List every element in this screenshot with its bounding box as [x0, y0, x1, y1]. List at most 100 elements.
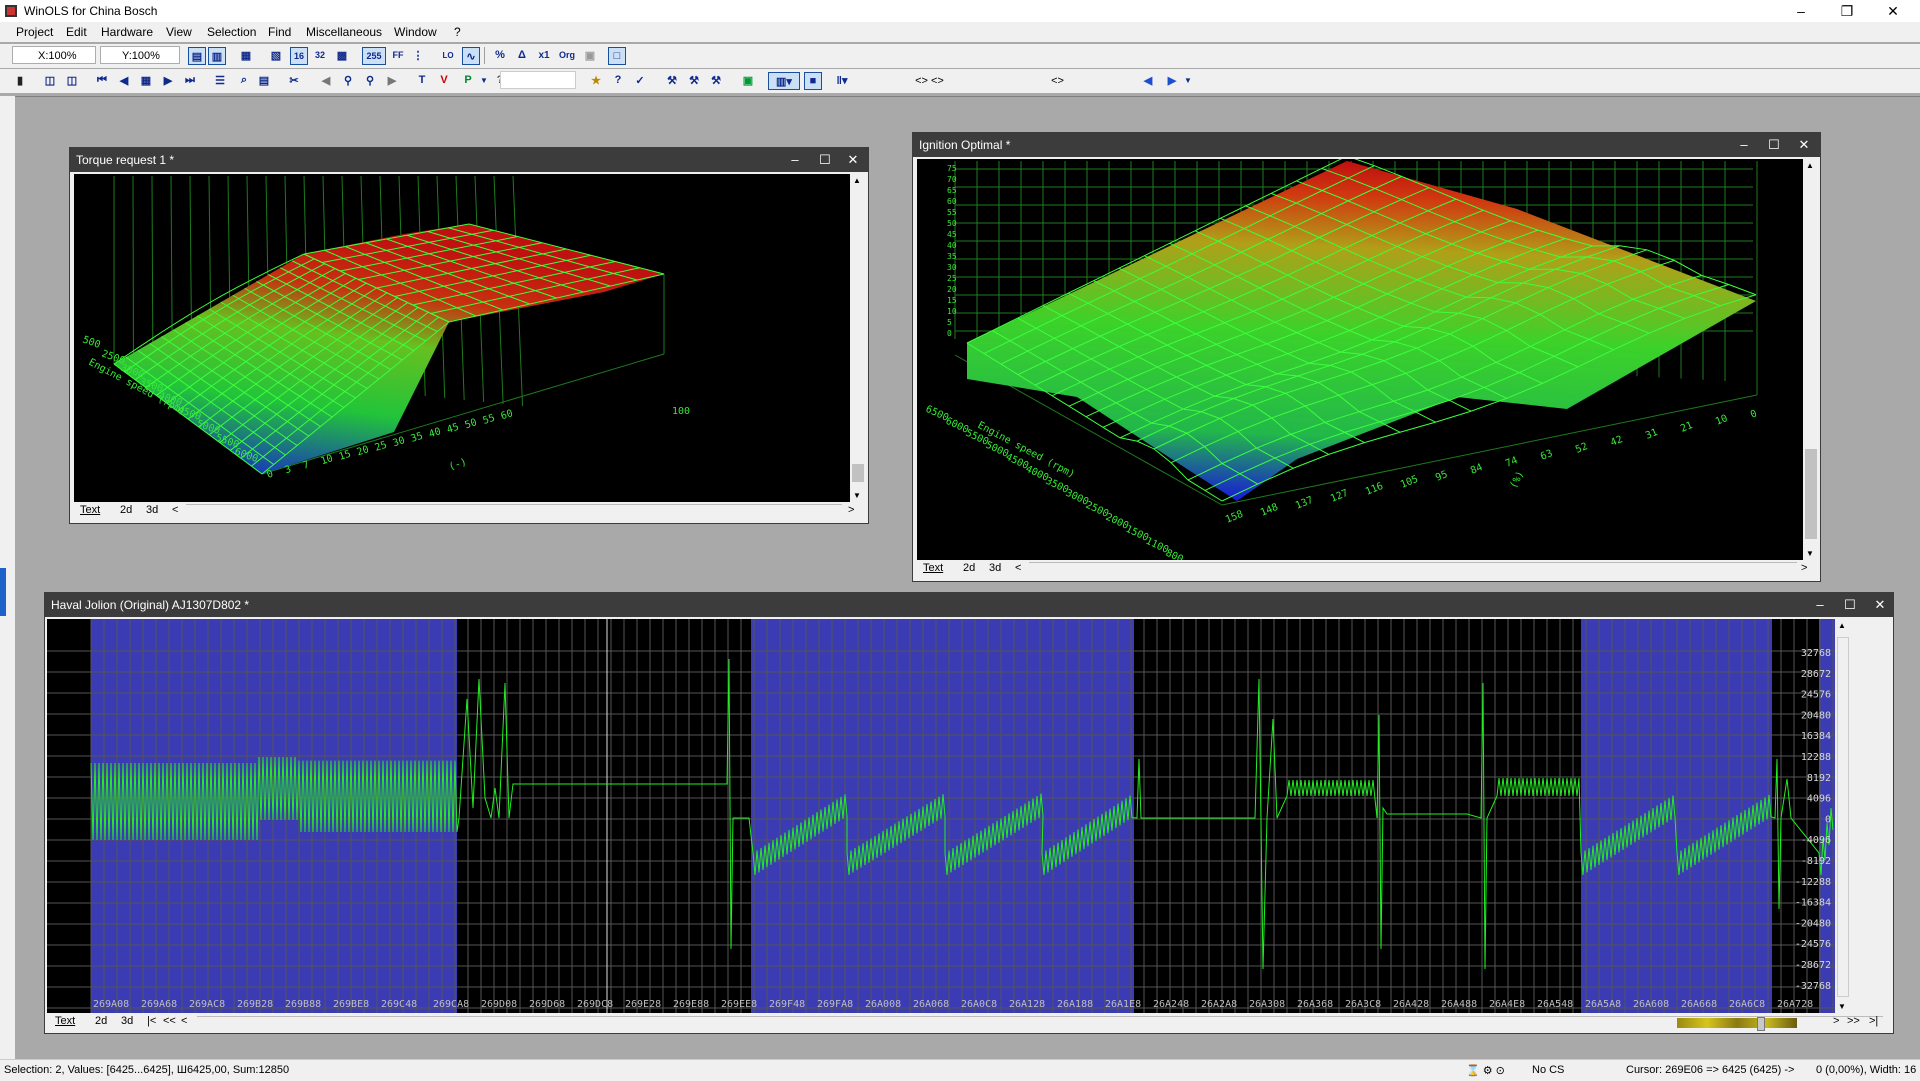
first-map-icon[interactable]: ⏮: [94, 72, 110, 88]
close-icon[interactable]: ✕: [1793, 135, 1815, 155]
bytes-8-icon[interactable]: ▧: [268, 47, 284, 63]
scroll-left-icon[interactable]: <: [1015, 562, 1021, 574]
nav-next-page-button[interactable]: >>: [1847, 1015, 1860, 1027]
restore-button[interactable]: ❐: [1824, 0, 1870, 22]
search-field[interactable]: [500, 71, 576, 89]
original-button[interactable]: Org: [556, 47, 578, 63]
minimize-button[interactable]: –: [1778, 0, 1824, 22]
nav-first-button[interactable]: |<: [147, 1015, 156, 1027]
tab-3d[interactable]: 3d: [989, 562, 1001, 574]
copy-green-icon[interactable]: ▣: [740, 72, 756, 88]
close-button[interactable]: ✕: [1870, 0, 1916, 22]
layout-dropdown-icon[interactable]: ▥▾: [768, 72, 800, 90]
maximize-icon[interactable]: ☐: [814, 150, 836, 170]
torque-vscroll[interactable]: ▲ ▼: [850, 174, 866, 502]
ignition-vscroll[interactable]: ▲ ▼: [1803, 159, 1819, 560]
scroll-left-icon[interactable]: <: [172, 504, 178, 516]
print-icon[interactable]: ▤: [256, 72, 272, 88]
tab-text[interactable]: Text: [55, 1015, 75, 1027]
windows-icon[interactable]: ◫: [64, 72, 80, 88]
nav-last-button[interactable]: >|: [1869, 1015, 1878, 1027]
tab-2d[interactable]: 2d: [963, 562, 975, 574]
ignition-window-caption[interactable]: Ignition Optimal * – ☐ ✕: [913, 133, 1820, 157]
float-icon[interactable]: ▩: [334, 47, 350, 63]
search-down-icon[interactable]: ⚲: [362, 72, 378, 88]
text-import-icon[interactable]: T: [414, 72, 430, 88]
address-combo-a[interactable]: <> <>: [866, 71, 990, 89]
prev-map-icon[interactable]: ◀: [116, 72, 132, 88]
menu-edit[interactable]: Edit: [66, 25, 87, 39]
tab-3d[interactable]: 3d: [121, 1015, 133, 1027]
x-zoom-spinner[interactable]: X:100%: [12, 46, 96, 64]
compare-icon[interactable]: ▣: [582, 47, 598, 63]
tool-b-icon[interactable]: ⚒: [686, 72, 702, 88]
forward-dropdown-icon[interactable]: ▼: [1180, 72, 1196, 88]
hex-ff-button[interactable]: FF: [390, 47, 406, 63]
y-zoom-spinner[interactable]: Y:100%: [100, 46, 180, 64]
bits-32-button[interactable]: 32: [312, 47, 328, 63]
close-icon[interactable]: ✕: [1869, 595, 1891, 615]
scroll-right-icon[interactable]: >: [848, 504, 854, 516]
ignition-hscroll[interactable]: [1029, 562, 1797, 576]
menu-selection[interactable]: Selection: [207, 25, 256, 39]
ignition-3d-view[interactable]: 7570656055504540353025201510506500600055…: [917, 159, 1803, 560]
split-dropdown-icon[interactable]: ‖▾: [828, 72, 856, 88]
tool-c-icon[interactable]: ⚒: [708, 72, 724, 88]
menu-window[interactable]: Window: [394, 25, 437, 39]
tab-2d[interactable]: 2d: [95, 1015, 107, 1027]
menu-find[interactable]: Find: [268, 25, 291, 39]
menu-view[interactable]: View: [166, 25, 192, 39]
menu-miscellaneous[interactable]: Miscellaneous: [306, 25, 382, 39]
last-map-icon[interactable]: ⏭: [182, 72, 198, 88]
torque-hscroll[interactable]: [186, 504, 842, 518]
decimal-255-button[interactable]: 255: [362, 47, 386, 65]
v-import-icon[interactable]: V: [436, 72, 452, 88]
menu-help[interactable]: ?: [454, 25, 461, 39]
hex-hscroll[interactable]: [197, 1016, 1883, 1029]
curve-toggle-icon[interactable]: ∿: [462, 47, 480, 65]
tab-text[interactable]: Text: [80, 504, 100, 516]
minimize-icon[interactable]: –: [1809, 595, 1831, 615]
question-icon[interactable]: ?: [610, 72, 626, 88]
prev-potential-icon[interactable]: ◀: [318, 72, 334, 88]
tab-3d[interactable]: 3d: [146, 504, 158, 516]
potential-maps-icon[interactable]: ✂: [286, 72, 302, 88]
color-icon[interactable]: ■: [804, 72, 822, 90]
torque-window-caption[interactable]: Torque request 1 * – ☐ ✕: [70, 148, 868, 172]
scroll-right-icon[interactable]: >: [1801, 562, 1807, 574]
signed-icon[interactable]: ⋮: [410, 47, 426, 63]
lohi-icon[interactable]: LO: [440, 47, 456, 63]
search-up-icon[interactable]: ⚲: [340, 72, 356, 88]
tab-text[interactable]: Text: [923, 562, 943, 574]
tab-2d[interactable]: 2d: [120, 504, 132, 516]
forward-icon[interactable]: ▶: [1164, 72, 1180, 88]
minimize-icon[interactable]: –: [784, 150, 806, 170]
next-potential-icon[interactable]: ▶: [384, 72, 400, 88]
star-icon[interactable]: ★: [588, 72, 604, 88]
p-dropdown-icon[interactable]: ▼: [476, 72, 492, 88]
nav-prev-button[interactable]: <: [181, 1015, 187, 1027]
hex-2d-view[interactable]: 327682867224576204801638412288819240960-…: [47, 619, 1835, 1013]
back-icon[interactable]: ◀: [1140, 72, 1156, 88]
hex-window-caption[interactable]: Haval Jolion (Original) AJ1307D802 * – ☐…: [45, 593, 1893, 617]
menu-project[interactable]: Project: [16, 25, 53, 39]
table-icon[interactable]: ▦: [138, 72, 154, 88]
hex-vscroll[interactable]: ▲ ▼: [1835, 619, 1851, 1013]
x1-button[interactable]: x1: [536, 47, 552, 63]
column-view-icon[interactable]: ▥: [208, 47, 226, 65]
maximize-icon[interactable]: ☐: [1839, 595, 1861, 615]
dock-handle[interactable]: [0, 568, 6, 616]
p-import-icon[interactable]: P: [460, 72, 476, 88]
bits-16-button[interactable]: 16: [290, 47, 308, 65]
checksum-icon[interactable]: ✓: [632, 72, 648, 88]
grid-icon[interactable]: ▦: [238, 47, 254, 63]
close-icon[interactable]: ✕: [842, 150, 864, 170]
nav-prev-page-button[interactable]: <<: [163, 1015, 176, 1027]
tool-a-icon[interactable]: ⚒: [664, 72, 680, 88]
minimize-icon[interactable]: –: [1733, 135, 1755, 155]
map-list-icon[interactable]: ☰: [212, 72, 228, 88]
frame-icon[interactable]: □: [608, 47, 626, 65]
hex-view-icon[interactable]: ▤: [188, 47, 206, 65]
address-combo-b[interactable]: <>: [994, 71, 1118, 89]
open-window-icon[interactable]: ◫: [42, 72, 58, 88]
